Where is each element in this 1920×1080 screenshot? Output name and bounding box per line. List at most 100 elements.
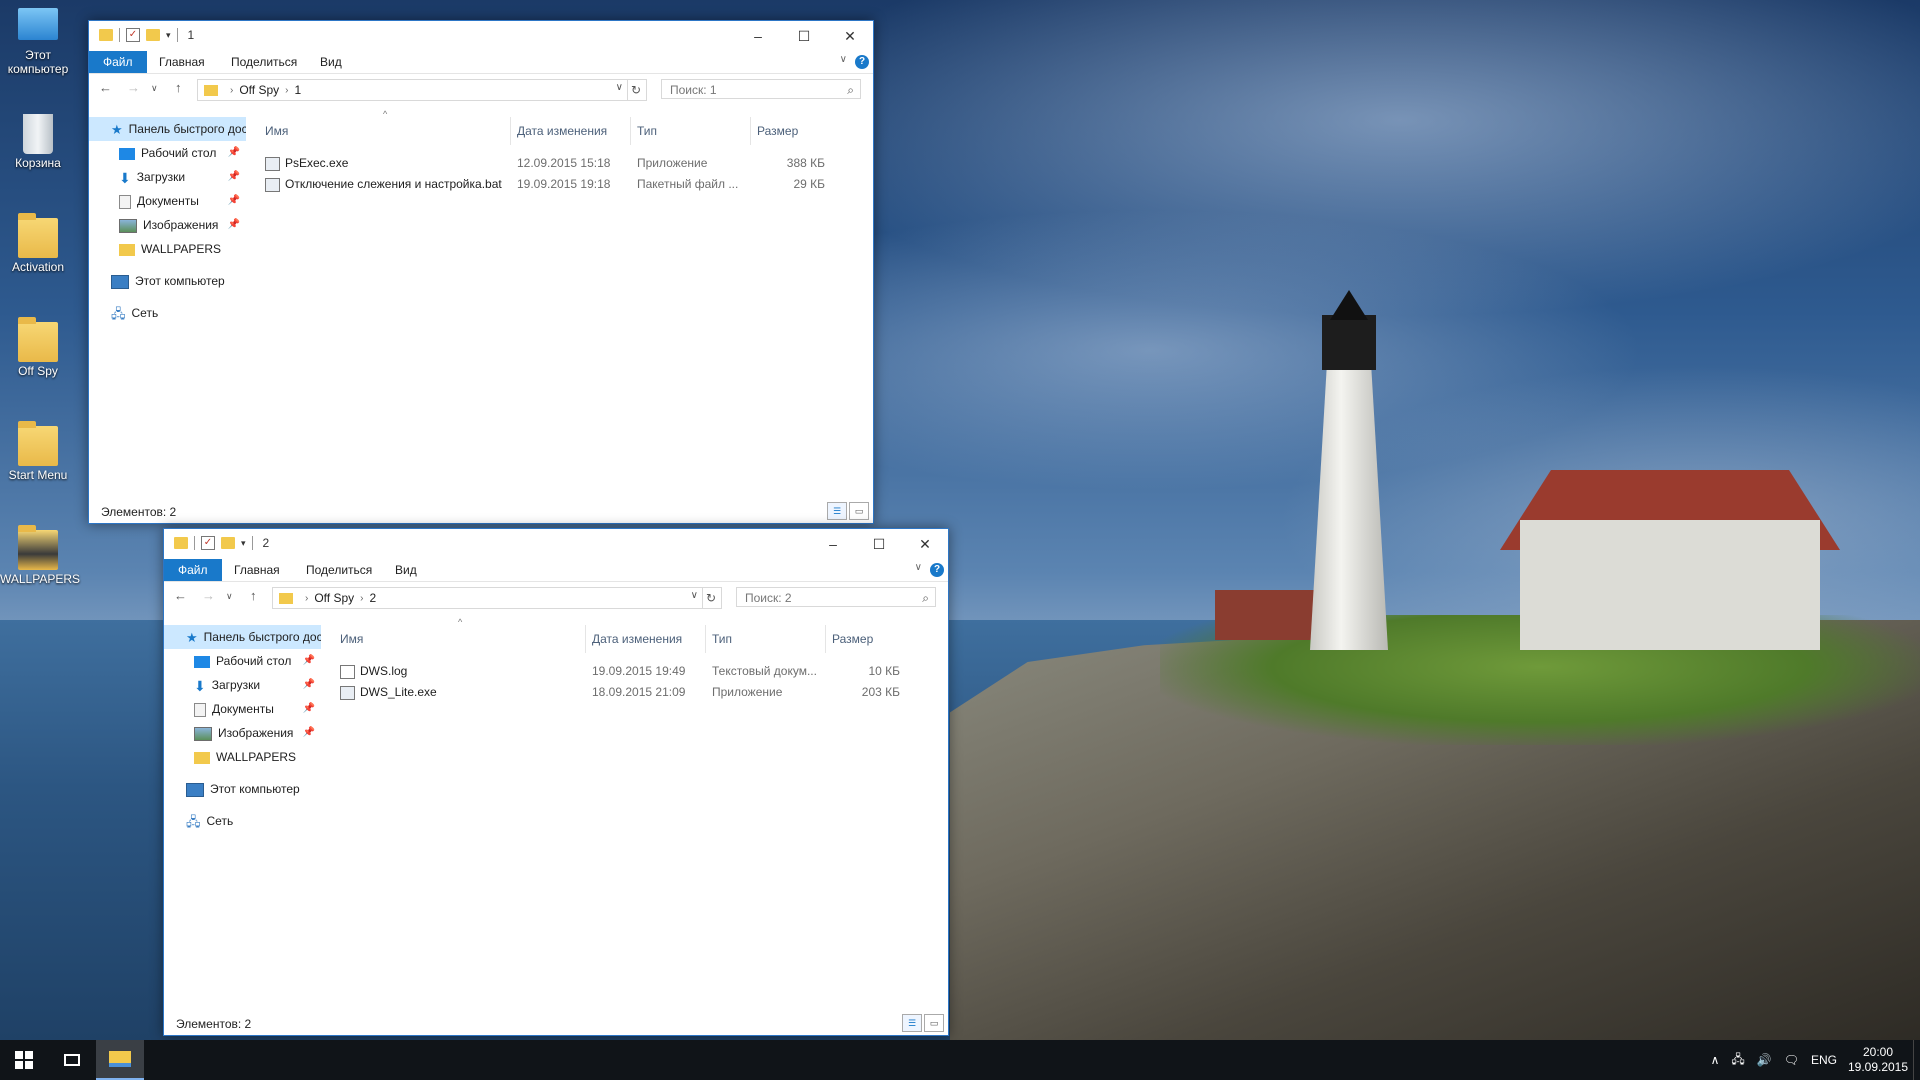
file-row[interactable]: PsExec.exe 12.09.2015 15:18 Приложение 3… [259,153,839,174]
column-header-date[interactable]: Дата изменения [511,117,631,145]
nav-desktop[interactable]: Рабочий стол 📌 [89,141,246,165]
tab-home[interactable]: Главная [147,51,217,73]
nav-network[interactable]: 🖧 Сеть [89,301,246,325]
close-button[interactable]: ✕ [827,21,873,51]
network-status-icon[interactable]: 🖧 [1731,1050,1744,1071]
close-button[interactable]: ✕ [902,529,948,559]
address-dropdown-icon[interactable]: ∨ [616,82,623,93]
language-indicator[interactable]: ENG [1811,1053,1837,1067]
nav-wallpapers[interactable]: WALLPAPERS [164,745,321,769]
desktop-icon-recycle-bin[interactable]: Корзина [0,114,76,170]
back-arrow-icon[interactable]: ← [99,80,112,95]
column-header-size[interactable]: Размер [751,117,831,145]
show-desktop-button[interactable] [1913,1040,1920,1080]
recent-locations-icon[interactable]: ∨ [151,83,158,94]
nav-downloads[interactable]: ⬇ Загрузки 📌 [164,673,321,697]
nav-wallpapers[interactable]: WALLPAPERS [89,237,246,261]
tab-file[interactable]: Файл [89,51,147,73]
refresh-icon[interactable]: ↻ [701,587,722,609]
taskbar-file-explorer-button[interactable] [96,1040,144,1080]
breadcrumb-segment[interactable]: 1 [294,83,301,97]
back-arrow-icon[interactable]: ← [174,588,187,603]
breadcrumb-segment[interactable]: 2 [369,591,376,605]
file-row[interactable]: Отключение слежения и настройка.bat 19.0… [259,174,839,195]
forward-arrow-icon[interactable]: → [202,588,215,603]
properties-icon[interactable]: ✓ [201,536,215,550]
breadcrumb-segment[interactable]: Off Spy [314,591,354,605]
action-center-icon[interactable]: 🗨 [1784,1053,1799,1067]
tab-view[interactable]: Вид [308,51,354,73]
nav-images[interactable]: Изображения 📌 [164,721,321,745]
details-view-icon[interactable]: ☰ [902,1014,922,1032]
explorer-window-2[interactable]: ✓ ▾ 2 – ☐ ✕ Файл Главная Поделиться Вид … [163,528,949,1036]
start-button[interactable] [0,1040,48,1080]
breadcrumb-segment[interactable]: Off Spy [239,83,279,97]
file-row[interactable]: DWS_Lite.exe 18.09.2015 21:09 Приложение… [334,682,914,703]
column-header-date[interactable]: Дата изменения [586,625,706,653]
title-bar[interactable]: ✓ ▾ 2 – ☐ ✕ [164,529,948,559]
tab-home[interactable]: Главная [222,559,292,581]
minimize-button[interactable]: – [735,21,781,51]
volume-icon[interactable]: 🔊 [1757,1053,1772,1067]
desktop-icon-off-spy[interactable]: Off Spy [0,317,76,378]
nav-quick-access[interactable]: ★Панель быстрого доступа [164,625,321,649]
desktop-icon-wallpapers[interactable]: WALLPAPERS [0,525,80,586]
address-bar[interactable]: › Off Spy › 2 ∨ [272,587,703,609]
nav-quick-access[interactable]: ★Панель быстрого доступа [89,117,246,141]
tab-view[interactable]: Вид [383,559,429,581]
search-icon: ⌕ [847,83,854,97]
address-dropdown-icon[interactable]: ∨ [691,590,698,601]
up-arrow-icon[interactable]: ↑ [175,80,182,95]
expand-ribbon-icon[interactable]: ∨ [915,562,922,573]
help-icon[interactable]: ? [855,55,869,69]
details-view-icon[interactable]: ☰ [827,502,847,520]
desktop-icon-start-menu[interactable]: Start Menu [0,421,76,482]
help-icon[interactable]: ? [930,563,944,577]
minimize-button[interactable]: – [810,529,856,559]
nav-images[interactable]: Изображения 📌 [89,213,246,237]
nav-this-pc[interactable]: Этот компьютер [164,777,321,801]
nav-network[interactable]: 🖧 Сеть [164,809,321,833]
nav-this-pc[interactable]: Этот компьютер [89,269,246,293]
nav-desktop[interactable]: Рабочий стол 📌 [164,649,321,673]
large-icons-view-icon[interactable]: ▭ [924,1014,944,1032]
column-header-type[interactable]: Тип [706,625,826,653]
clock[interactable]: 20:00 19.09.2015 [1843,1045,1913,1075]
nav-documents[interactable]: Документы 📌 [89,189,246,213]
address-bar[interactable]: › Off Spy › 1 ∨ [197,79,628,101]
tab-share[interactable]: Поделиться [219,51,309,73]
recent-locations-icon[interactable]: ∨ [226,591,233,602]
tab-share[interactable]: Поделиться [294,559,384,581]
new-folder-icon[interactable] [146,29,160,41]
customize-quick-access-icon[interactable]: ▾ [166,30,171,41]
expand-ribbon-icon[interactable]: ∨ [840,54,847,65]
search-input[interactable]: Поиск: 1 ⌕ [661,79,861,99]
explorer-window-1[interactable]: ✓ ▾ 1 – ☐ ✕ Файл Главная Поделиться Вид … [88,20,874,524]
maximize-button[interactable]: ☐ [781,21,827,51]
column-header-name[interactable]: Имя [334,625,586,653]
column-header-size[interactable]: Размер [826,625,906,653]
maximize-button[interactable]: ☐ [856,529,902,559]
nav-downloads[interactable]: ⬇ Загрузки 📌 [89,165,246,189]
properties-icon[interactable]: ✓ [126,28,140,42]
tab-file[interactable]: Файл [164,559,222,581]
task-view-button[interactable] [48,1040,96,1080]
forward-arrow-icon[interactable]: → [127,80,140,95]
navigation-pane: ★Панель быстрого доступа Рабочий стол📌 ⬇… [89,117,246,497]
column-header-type[interactable]: Тип [631,117,751,145]
refresh-icon[interactable]: ↻ [626,79,647,101]
nav-documents[interactable]: Документы 📌 [164,697,321,721]
show-hidden-icons-icon[interactable]: ∧ [1711,1053,1720,1067]
title-bar[interactable]: ✓ ▾ 1 – ☐ ✕ [89,21,873,51]
file-row[interactable]: DWS.log 19.09.2015 19:49 Текстовый докум… [334,661,914,682]
new-folder-icon[interactable] [221,537,235,549]
column-header-name[interactable]: Имя [259,117,511,145]
desktop-icon-this-pc[interactable]: Этот компьютер [0,8,76,76]
up-arrow-icon[interactable]: ↑ [250,588,257,603]
customize-quick-access-icon[interactable]: ▾ [241,538,246,549]
folder-icon [18,317,58,362]
large-icons-view-icon[interactable]: ▭ [849,502,869,520]
search-input[interactable]: Поиск: 2 ⌕ [736,587,936,607]
desktop-icon-activation[interactable]: Activation [0,213,76,274]
batch-file-icon [265,177,280,192]
